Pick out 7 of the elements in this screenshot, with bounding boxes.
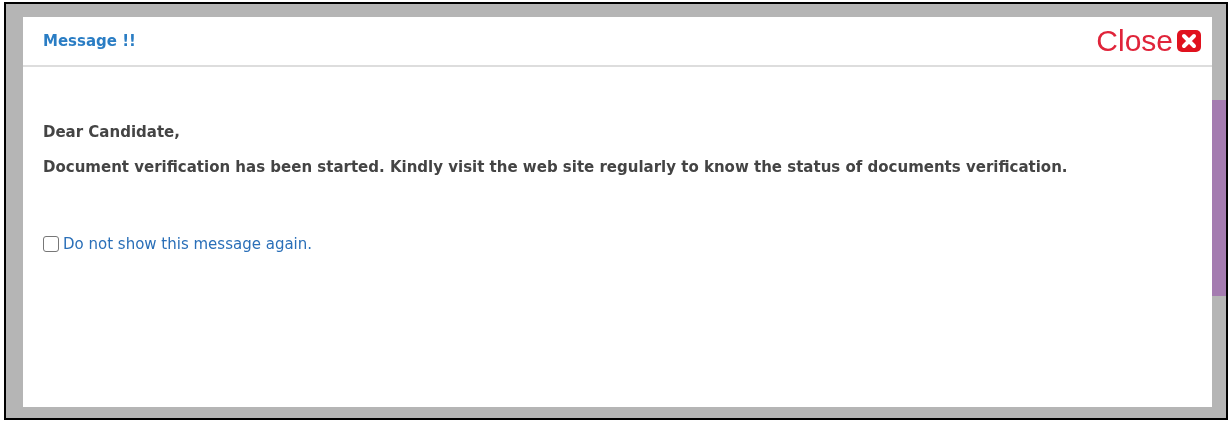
message-text: Document verification has been started. Kindly visit the web site regularly to know the status of documents verification. — [43, 157, 1069, 178]
close-button[interactable]: Close — [1096, 26, 1202, 56]
checkbox-label[interactable]: Do not show this message again. — [63, 233, 313, 256]
checkbox[interactable] — [43, 236, 59, 253]
greeting-text: Dear Candidate, — [43, 122, 181, 143]
close-icon — [1176, 29, 1202, 53]
dialog-title: Message !! — [43, 30, 136, 52]
